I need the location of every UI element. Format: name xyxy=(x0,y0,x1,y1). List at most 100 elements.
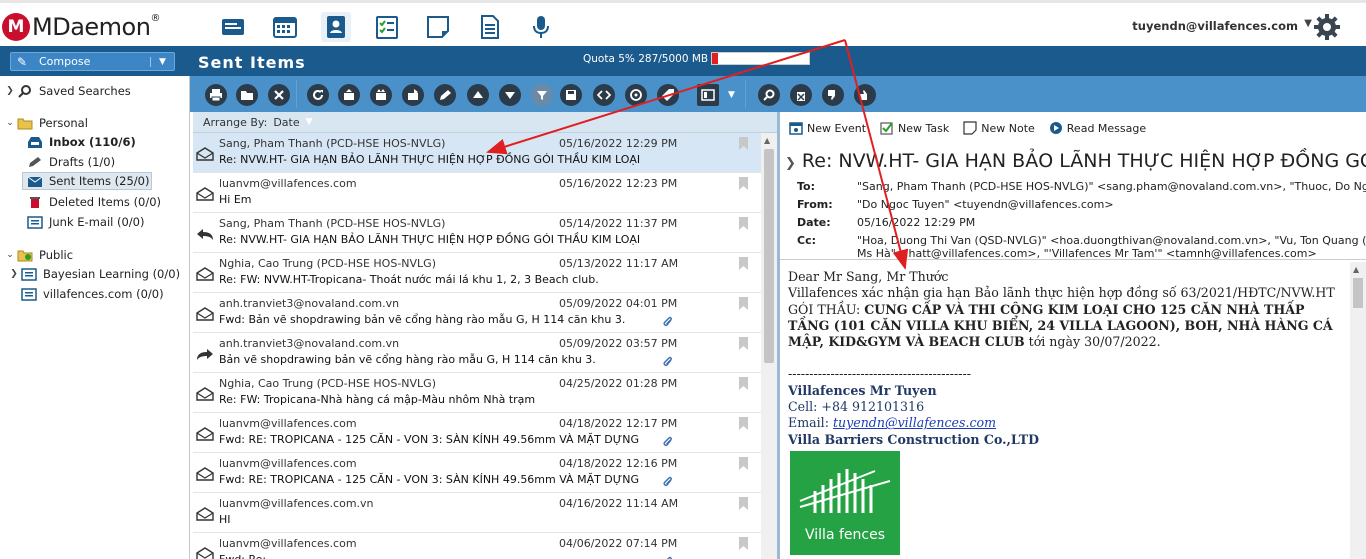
user-menu-chevron-down-icon[interactable]: ▼ xyxy=(1304,18,1312,29)
new-note-button[interactable]: New Note xyxy=(963,121,1035,135)
reply-icon[interactable] xyxy=(338,84,360,106)
open-folder-icon[interactable] xyxy=(236,84,258,106)
flag-icon[interactable] xyxy=(738,337,749,350)
flag-icon[interactable] xyxy=(738,257,749,270)
message-list-pane: Arrange By: Date ▼ Sang, Pham Thanh (PCD… xyxy=(193,112,777,559)
message-row[interactable]: Sang, Pham Thanh (PCD-HSE HOS-NVLG) 05/14… xyxy=(193,213,761,253)
message-date: 05/13/2022 11:17 AM xyxy=(559,257,679,270)
view-chevron-down-icon[interactable]: ▼ xyxy=(728,90,735,100)
next-icon[interactable] xyxy=(499,84,521,106)
message-row[interactable]: Sang, Pham Thanh (PCD-HSE HOS-NVLG) 05/16… xyxy=(193,133,761,173)
view-layout-icon[interactable] xyxy=(697,84,719,106)
chevron-right-icon[interactable]: ❯ xyxy=(4,86,16,96)
sidebar-item-sent[interactable]: Sent Items (25/0) xyxy=(22,172,152,190)
envelope-open-icon xyxy=(196,187,214,201)
filter-icon[interactable] xyxy=(531,84,553,106)
signature-email-link[interactable]: tuyendn@villafences.com xyxy=(833,415,996,430)
sidebar-item-junk[interactable]: Junk E-mail (0/0) xyxy=(26,213,144,231)
flag-icon[interactable] xyxy=(738,137,749,150)
sidebar-item-deleted[interactable]: Deleted Items (0/0) xyxy=(26,193,161,211)
saved-searches[interactable]: ❯ Saved Searches xyxy=(4,82,131,100)
search-icon[interactable] xyxy=(758,84,780,106)
message-row[interactable]: anh.tranviet3@novaland.com.vn 05/09/2022 … xyxy=(193,293,761,333)
arrange-chevron-down-icon[interactable]: ▼ xyxy=(306,117,313,127)
save-icon[interactable] xyxy=(560,84,582,106)
message-row[interactable]: luanvm@villafences.com 04/18/2022 12:17 P… xyxy=(193,413,761,453)
mail-icon[interactable] xyxy=(218,12,248,42)
scrollbar-thumb[interactable] xyxy=(1353,278,1363,308)
chevron-down-icon[interactable]: ⌄ xyxy=(4,250,16,260)
envelope-open-icon xyxy=(196,307,214,321)
contacts-icon[interactable] xyxy=(321,12,351,42)
signature-email-row: Email: tuyendn@villafences.com xyxy=(788,415,1342,431)
microphone-icon[interactable] xyxy=(526,12,556,42)
message-row[interactable]: luanvm@villafences.com 04/18/2022 12:16 P… xyxy=(193,453,761,493)
public-group[interactable]: ⌄ Public xyxy=(4,246,73,264)
arrange-by-bar[interactable]: Arrange By: Date ▼ xyxy=(193,112,777,133)
flag-icon[interactable] xyxy=(738,417,749,430)
previous-icon[interactable] xyxy=(467,84,489,106)
calendar-icon[interactable] xyxy=(270,12,300,42)
gear-icon[interactable] xyxy=(1312,12,1342,42)
delete-icon[interactable] xyxy=(268,84,290,106)
thumbs-down-icon[interactable] xyxy=(822,84,844,106)
new-event-button[interactable]: New Event xyxy=(789,121,866,135)
toolbar-divider xyxy=(296,80,297,108)
reader-scrollbar[interactable]: ▲ xyxy=(1350,262,1366,559)
print-icon[interactable] xyxy=(205,84,227,106)
from-value[interactable]: "Do Ngoc Tuyen" <tuyendn@villafences.com… xyxy=(857,198,1114,211)
message-row[interactable]: Nghia, Cao Trung (PCD-HSE HOS-NVLG) 04/25… xyxy=(193,373,761,413)
block-sender-icon[interactable] xyxy=(790,84,812,106)
sidebar-item-villafences[interactable]: villafences.com (0/0) xyxy=(20,285,164,303)
source-code-icon[interactable] xyxy=(593,84,615,106)
chevron-right-icon[interactable]: ❯ xyxy=(8,269,20,279)
flag-icon[interactable] xyxy=(738,217,749,230)
message-row[interactable]: luanvm@villafences.com.vn 04/16/2022 11:1… xyxy=(193,493,761,533)
logo-text: MDaemon xyxy=(32,13,151,41)
scrollbar-thumb[interactable] xyxy=(764,149,774,363)
forward-icon[interactable] xyxy=(402,84,424,106)
documents-icon[interactable] xyxy=(475,12,505,42)
flag-icon[interactable] xyxy=(738,537,749,550)
notes-icon[interactable] xyxy=(423,12,453,42)
flag-icon[interactable] xyxy=(738,297,749,310)
user-email[interactable]: tuyendn@villafences.com xyxy=(1132,19,1298,33)
reply-all-icon[interactable] xyxy=(370,84,392,106)
sidebar-item-inbox[interactable]: Inbox (110/6) xyxy=(26,133,136,151)
compose-button[interactable]: ✎ Compose ▼ xyxy=(10,52,175,71)
flag-icon[interactable] xyxy=(738,177,749,190)
flag-icon[interactable] xyxy=(738,497,749,510)
to-value[interactable]: "Sang, Pham Thanh (PCD-HSE HOS-NVLG)" <s… xyxy=(857,180,1366,193)
sidebar-item-bayesian[interactable]: ❯ Bayesian Learning (0/0) xyxy=(8,265,180,283)
headers-icon[interactable] xyxy=(625,84,647,106)
message-row[interactable]: anh.tranviet3@novaland.com.vn 05/09/2022 … xyxy=(193,333,761,373)
junk-label: Junk E-mail (0/0) xyxy=(49,215,145,229)
toolbar-divider xyxy=(745,80,746,108)
message-subject: Re: FW: Tropicana-Nhà hàng cá mập-Màu nh… xyxy=(219,393,536,406)
sidebar-item-drafts[interactable]: Drafts (1/0) xyxy=(26,153,115,171)
tag-icon[interactable] xyxy=(657,84,679,106)
read-message-button[interactable]: Read Message xyxy=(1049,121,1146,135)
flag-icon[interactable] xyxy=(738,457,749,470)
tasks-icon[interactable] xyxy=(372,12,402,42)
message-row[interactable]: luanvm@villafences.com 05/16/2022 12:23 P… xyxy=(193,173,761,213)
scroll-up-icon[interactable]: ▲ xyxy=(764,136,770,145)
personal-group[interactable]: ⌄ Personal xyxy=(4,114,88,132)
message-row[interactable]: Nghia, Cao Trung (PCD-HSE HOS-NVLG) 05/13… xyxy=(193,253,761,293)
arrange-by-value[interactable]: Date xyxy=(273,116,299,129)
chevron-down-icon[interactable]: ⌄ xyxy=(4,118,16,128)
refresh-icon[interactable] xyxy=(307,84,329,106)
compose-dropdown-chevron-icon[interactable]: ▼ xyxy=(150,56,174,67)
flag-icon[interactable] xyxy=(738,377,749,390)
new-task-button[interactable]: New Task xyxy=(880,121,949,135)
edit-message-icon[interactable] xyxy=(434,84,456,106)
thumbs-up-icon[interactable] xyxy=(854,84,876,106)
collapse-chevron-icon[interactable]: ❯ xyxy=(785,156,796,171)
scroll-up-icon[interactable]: ▲ xyxy=(1353,265,1359,274)
cc-value[interactable]: "Hoa, Duong Thi Van (QSD-NVLG)" <hoa.duo… xyxy=(857,234,1366,247)
cc-value-continued[interactable]: Ms Hà" <hatt@villafences.com>, "'Villafe… xyxy=(857,247,1317,259)
message-list-scrollbar[interactable]: ▲ xyxy=(761,133,777,559)
message-row[interactable]: luanvm@villafences.com 04/06/2022 07:14 P… xyxy=(193,533,761,559)
folder-group-icon xyxy=(16,116,34,130)
